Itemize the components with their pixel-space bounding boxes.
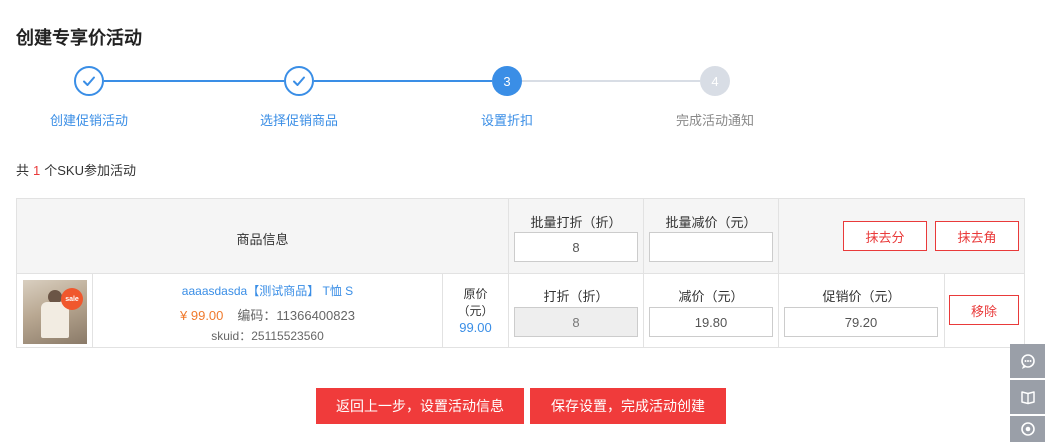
discount-table: 商品信息 批量打折（折） 8 批量减价（元） 抹去分 抹去角 sale aaaa… <box>16 198 1025 348</box>
step-4-label: 完成活动通知 <box>675 113 755 128</box>
step-connector-2 <box>314 80 492 82</box>
step-connector-3 <box>522 80 700 82</box>
discount-label: 打折（折） <box>543 289 609 304</box>
reduce-label: 减价（元） <box>678 289 744 304</box>
batch-discount-input[interactable]: 8 <box>514 232 638 262</box>
batch-discount-label: 批量打折（折） <box>530 215 622 230</box>
step-4-number: 4 <box>700 66 730 96</box>
product-skuid: skuid：25115523560 <box>211 329 324 343</box>
save-button[interactable]: 保存设置，完成活动创建 <box>530 388 726 424</box>
customer-service-icon[interactable] <box>1010 344 1045 378</box>
table-row-discount: 打折（折） 8 <box>509 274 644 348</box>
table-row-thumb: sale <box>17 274 93 348</box>
remove-button[interactable]: 移除 <box>949 295 1019 325</box>
book-icon[interactable] <box>1010 380 1045 414</box>
original-price-unit: （元） <box>457 304 494 318</box>
header-goods-info-label: 商品信息 <box>236 232 289 247</box>
step-connector-1 <box>104 80 284 82</box>
batch-reduce-input[interactable] <box>649 232 773 262</box>
reduce-input[interactable]: 19.80 <box>649 307 773 337</box>
table-row-goods: aaaasdasda【测试商品】 T恤 S ¥ 99.00 编码：11366400… <box>93 274 443 348</box>
original-price-value: 99.00 <box>459 320 492 335</box>
erase-jiao-button[interactable]: 抹去角 <box>935 221 1019 251</box>
promo-price-input[interactable]: 79.20 <box>784 307 938 337</box>
erase-fen-button[interactable]: 抹去分 <box>843 221 927 251</box>
back-button[interactable]: 返回上一步，设置活动信息 <box>316 388 524 424</box>
sku-count-prefix: 共 <box>16 163 30 178</box>
target-icon[interactable] <box>1010 416 1045 442</box>
batch-reduce-label: 批量减价（元） <box>665 215 757 230</box>
sku-count-number: 1 <box>33 163 41 178</box>
step-1-label: 创建促销活动 <box>49 113 129 128</box>
product-thumbnail: sale <box>23 280 87 344</box>
sale-badge: sale <box>61 288 83 310</box>
step-2-label: 选择促销商品 <box>259 113 339 128</box>
table-row-remove: 移除 <box>945 274 1024 348</box>
header-batch-reduce: 批量减价（元） <box>644 199 779 274</box>
product-name-link[interactable]: aaaasdasda【测试商品】 T恤 S <box>93 282 442 299</box>
step-3-label: 设置折扣 <box>480 113 534 128</box>
header-batch-discount: 批量打折（折） 8 <box>509 199 644 274</box>
promo-price-label: 促销价（元） <box>822 289 901 304</box>
table-row-reduce: 减价（元） 19.80 <box>644 274 779 348</box>
steps-progress: 3 4 创建促销活动 选择促销商品 设置折扣 完成活动通知 <box>0 66 900 136</box>
original-price-label: 原价 <box>463 287 488 301</box>
sku-count-suffix: 个SKU参加活动 <box>44 163 136 178</box>
table-row-promo-price: 促销价（元） 79.20 <box>779 274 945 348</box>
step-3-number: 3 <box>492 66 522 96</box>
header-goods-info: 商品信息 <box>17 199 509 274</box>
step-1-check-icon <box>74 66 104 96</box>
step-2-check-icon <box>284 66 314 96</box>
page-title: 创建专享价活动 <box>16 28 142 48</box>
product-price-line: ¥ 99.00 编码：11366400823 <box>93 305 442 324</box>
sku-count-summary: 共 1 个SKU参加活动 <box>16 160 136 179</box>
discount-input[interactable]: 8 <box>514 307 638 337</box>
product-price: ¥ 99.00 <box>180 308 224 323</box>
table-row-original-price: 原价 （元） 99.00 <box>443 274 509 348</box>
header-erase-actions: 抹去分 抹去角 <box>779 199 1024 274</box>
product-code: 编码：11366400823 <box>237 308 355 323</box>
